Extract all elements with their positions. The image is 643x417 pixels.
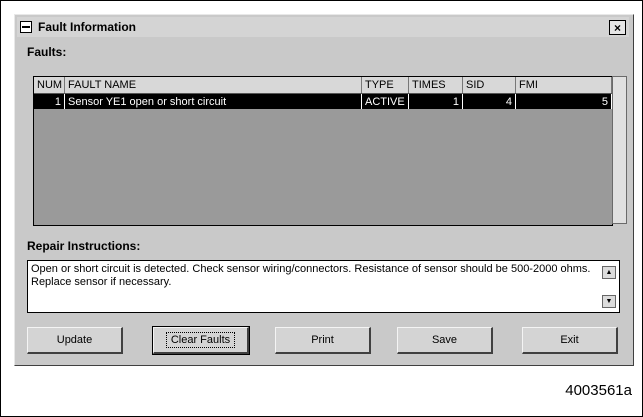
window-title: Fault Information bbox=[38, 20, 136, 34]
save-button-label: Save bbox=[431, 334, 458, 346]
exit-button[interactable]: Exit bbox=[522, 327, 618, 354]
cell-num: 1 bbox=[34, 94, 65, 109]
scroll-down-arrow-icon[interactable]: ▼ bbox=[602, 295, 616, 308]
update-button[interactable]: Update bbox=[27, 327, 123, 354]
faults-label: Faults: bbox=[27, 45, 67, 59]
repair-instructions-label: Repair Instructions: bbox=[27, 239, 141, 253]
cell-sid: 4 bbox=[463, 94, 516, 109]
column-header-fmi[interactable]: FMI bbox=[516, 77, 612, 93]
faults-list-header: NUM FAULT NAME TYPE TIMES SID FMI bbox=[34, 77, 612, 94]
cell-fmi: 5 bbox=[516, 94, 612, 109]
repair-instructions-text: Open or short circuit is detected. Check… bbox=[27, 260, 620, 313]
fault-information-window: Fault Information × Faults: NUM FAULT NA… bbox=[14, 14, 634, 366]
cell-fault-name: Sensor YE1 open or short circuit bbox=[65, 94, 362, 109]
print-button-label: Print bbox=[311, 334, 334, 346]
close-icon[interactable]: × bbox=[609, 20, 626, 35]
figure-frame: Fault Information × Faults: NUM FAULT NA… bbox=[0, 0, 643, 417]
faults-list[interactable]: NUM FAULT NAME TYPE TIMES SID FMI 1 Sens… bbox=[33, 76, 613, 226]
table-row[interactable]: 1 Sensor YE1 open or short circuit ACTIV… bbox=[34, 94, 612, 109]
window-menu-icon[interactable] bbox=[20, 21, 32, 33]
figure-id: 4003561a bbox=[565, 382, 632, 399]
column-header-num[interactable]: NUM bbox=[34, 77, 65, 93]
print-button[interactable]: Print bbox=[275, 327, 371, 354]
title-bar: Fault Information × bbox=[17, 17, 629, 37]
update-button-label: Update bbox=[56, 334, 93, 346]
column-header-times[interactable]: TIMES bbox=[409, 77, 463, 93]
clear-faults-button[interactable]: Clear Faults bbox=[152, 326, 250, 355]
column-header-type[interactable]: TYPE bbox=[362, 77, 409, 93]
cell-type: ACTIVE bbox=[362, 94, 409, 109]
save-button[interactable]: Save bbox=[397, 327, 493, 354]
scroll-up-arrow-icon[interactable]: ▲ bbox=[602, 266, 616, 279]
exit-button-label: Exit bbox=[560, 334, 579, 346]
cell-times: 1 bbox=[409, 94, 463, 109]
faults-list-scrollbar[interactable] bbox=[612, 76, 627, 224]
repair-instructions-body: Open or short circuit is detected. Check… bbox=[31, 263, 591, 288]
column-header-fault-name[interactable]: FAULT NAME bbox=[65, 77, 362, 93]
clear-faults-button-label: Clear Faults bbox=[165, 332, 236, 348]
column-header-sid[interactable]: SID bbox=[463, 77, 516, 93]
